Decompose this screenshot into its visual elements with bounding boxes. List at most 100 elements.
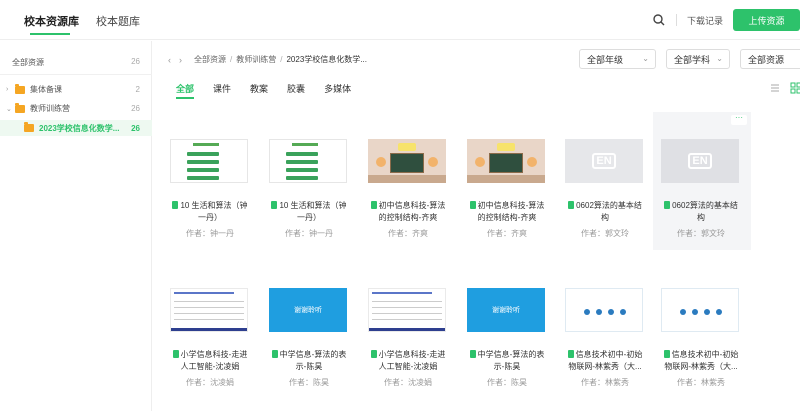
tab-courseware[interactable]: 课件 <box>213 82 231 95</box>
card-author: 作者：郭文玲 <box>677 229 725 238</box>
file-icon <box>469 350 476 358</box>
file-icon <box>568 201 575 209</box>
card-author: 作者：钟一丹 <box>186 229 234 238</box>
chevron-right-icon[interactable]: › <box>6 86 15 93</box>
card-author: 作者：陈昊 <box>487 378 527 387</box>
resource-select[interactable]: 全部资源 <box>740 49 800 69</box>
breadcrumb-separator: / <box>230 55 233 64</box>
card-title-wrap: 中学信息-算法的表示-陈昊 <box>467 349 547 373</box>
tab-capsule[interactable]: 胶囊 <box>287 82 305 95</box>
resource-card[interactable]: EN 0602算法的基本结构 作者：郭文玲 <box>557 112 655 250</box>
card-author: 作者：林紫秀 <box>677 378 725 387</box>
file-icon <box>567 350 574 358</box>
resource-card[interactable]: 小学信息科技-走进人工智能-沈凌娟 作者：沈凌娟 <box>162 261 260 399</box>
file-icon <box>370 350 377 358</box>
tab-multimedia[interactable]: 多媒体 <box>324 82 351 95</box>
thumbnail <box>368 288 446 332</box>
grid-view-icon[interactable] <box>790 82 800 94</box>
sidebar-all-label: 全部资源 <box>12 58 44 67</box>
card-title: 0602算法的基本结构 <box>672 201 738 222</box>
sidebar-item-2023-school[interactable]: 2023学校信息化数学... 26 <box>0 120 152 136</box>
download-records-link[interactable]: 下载记录 <box>687 14 723 27</box>
thumbnail <box>170 288 248 332</box>
subject-select[interactable]: 全部学科 ⌄ <box>666 49 730 69</box>
breadcrumb-item[interactable]: 全部资源 <box>194 54 226 65</box>
card-author: 作者：齐爽 <box>388 229 428 238</box>
card-title-wrap: 初中信息科技-算法的控制结构-齐爽 <box>368 200 448 224</box>
top-bar: 校本资源库 校本题库 下载记录 上传资源 <box>0 0 800 40</box>
chevron-down-icon[interactable]: ⌄ <box>6 105 15 113</box>
thumbnail: EN <box>565 139 643 183</box>
thumbnail <box>368 139 446 183</box>
resource-card[interactable]: 初中信息科技-算法的控制结构-齐爽 作者：齐爽 <box>459 112 557 250</box>
thumbnail <box>269 139 347 183</box>
sidebar-divider <box>0 74 152 75</box>
thumbnail <box>661 288 739 332</box>
folder-icon <box>15 102 25 113</box>
sidebar-item-group-lesson[interactable]: › 集体备课 2 <box>6 83 140 95</box>
chevron-down-icon: ⌄ <box>642 54 649 63</box>
resource-card[interactable]: 信息技术初中-初始物联网-林紫秀（大... 作者：林紫秀 <box>557 261 655 399</box>
sidebar-item-label: 集体备课 <box>30 85 62 94</box>
card-title: 初中信息科技-算法的控制结构-齐爽 <box>378 201 446 222</box>
card-title: 中学信息-算法的表示-陈昊 <box>477 350 545 371</box>
file-icon <box>271 350 278 358</box>
tab-lesson-plan[interactable]: 教案 <box>250 82 268 95</box>
card-title-wrap: 小学信息科技-走进人工智能-沈凌娟 <box>368 349 448 373</box>
chevron-left-icon[interactable]: ‹ <box>168 55 171 65</box>
grade-select[interactable]: 全部年级 ⌄ <box>579 49 656 69</box>
card-title-wrap: 信息技术初中-初始物联网-林紫秀（大... <box>661 349 741 373</box>
card-title: 10 生活和算法（钟一丹） <box>180 201 248 222</box>
chevron-right-icon[interactable]: › <box>179 55 182 65</box>
breadcrumb-item[interactable]: 2023学校信息化数学... <box>286 54 366 65</box>
resource-card[interactable]: 10 生活和算法（钟一丹） 作者：钟一丹 <box>261 112 359 250</box>
resource-card[interactable]: 信息技术初中-初始物联网-林紫秀（大... 作者：林紫秀 <box>653 261 751 399</box>
tab-school-resources[interactable]: 校本资源库 <box>24 13 79 35</box>
sidebar-all-resources[interactable]: 全部资源 26 <box>12 57 140 68</box>
thumbnail-text: 谢谢聆听 <box>492 307 520 314</box>
resource-select-value: 全部资源 <box>748 54 785 65</box>
list-view-icon[interactable] <box>769 82 781 94</box>
tab-school-questions[interactable]: 校本题库 <box>96 13 140 29</box>
resource-card[interactable]: 谢谢聆听 中学信息-算法的表示-陈昊 作者：陈昊 <box>261 261 359 399</box>
card-author: 作者：沈凌娟 <box>384 378 432 387</box>
breadcrumb-separator: / <box>280 55 283 64</box>
resource-card[interactable]: ··· EN 0602算法的基本结构 作者：郭文玲 <box>653 112 751 250</box>
card-title: 小学信息科技-走进人工智能-沈凌娟 <box>378 350 446 371</box>
thumbnail <box>170 139 248 183</box>
card-author: 作者：林紫秀 <box>581 378 629 387</box>
card-title: 信息技术初中-初始物联网-林紫秀（大... <box>664 350 739 371</box>
sidebar-all-count: 26 <box>131 57 140 66</box>
card-author: 作者：钟一丹 <box>285 229 333 238</box>
card-title: 0602算法的基本结构 <box>576 201 642 222</box>
grade-select-value: 全部年级 <box>587 54 624 65</box>
breadcrumb-item[interactable]: 教师训练营 <box>236 54 276 65</box>
sidebar-item-teacher-camp[interactable]: ⌄ 教师训练营 26 <box>6 102 140 114</box>
search-icon[interactable] <box>652 13 666 27</box>
file-icon <box>172 350 179 358</box>
thumbnail: 谢谢聆听 <box>269 288 347 332</box>
card-title: 小学信息科技-走进人工智能-沈凌娟 <box>180 350 248 371</box>
thumbnail <box>565 288 643 332</box>
file-icon <box>370 201 377 209</box>
card-title-wrap: 信息技术初中-初始物联网-林紫秀（大... <box>565 349 645 373</box>
folder-icon <box>24 122 34 132</box>
sidebar-item-label: 2023学校信息化数学... <box>39 123 120 133</box>
card-title-wrap: 10 生活和算法（钟一丹） <box>170 200 250 224</box>
thumbnail: EN <box>661 139 739 183</box>
tab-all[interactable]: 全部 <box>176 82 195 99</box>
resource-card[interactable]: 初中信息科技-算法的控制结构-齐爽 作者：齐爽 <box>360 112 458 250</box>
card-title: 10 生活和算法（钟一丹） <box>279 201 347 222</box>
resource-card[interactable]: 谢谢聆听 中学信息-算法的表示-陈昊 作者：陈昊 <box>459 261 557 399</box>
upload-resource-button[interactable]: 上传资源 <box>733 9 800 31</box>
sidebar: 全部资源 26 › 集体备课 2 ⌄ 教师训练营 26 2023学校信息化数学.… <box>0 41 152 411</box>
resource-card[interactable]: 小学信息科技-走进人工智能-沈凌娟 作者：沈凌娟 <box>360 261 458 399</box>
card-author: 作者：郭文玲 <box>581 229 629 238</box>
breadcrumb: ‹ › 全部资源 / 教师训练营 / 2023学校信息化数学... <box>168 54 367 65</box>
card-title-wrap: 中学信息-算法的表示-陈昊 <box>269 349 349 373</box>
card-title-wrap: 10 生活和算法（钟一丹） <box>269 200 349 224</box>
resource-card[interactable]: 10 生活和算法（钟一丹） 作者：钟一丹 <box>162 112 260 250</box>
more-icon[interactable]: ··· <box>731 114 747 125</box>
card-author: 作者：齐爽 <box>487 229 527 238</box>
card-title-wrap: 小学信息科技-走进人工智能-沈凌娟 <box>170 349 250 373</box>
